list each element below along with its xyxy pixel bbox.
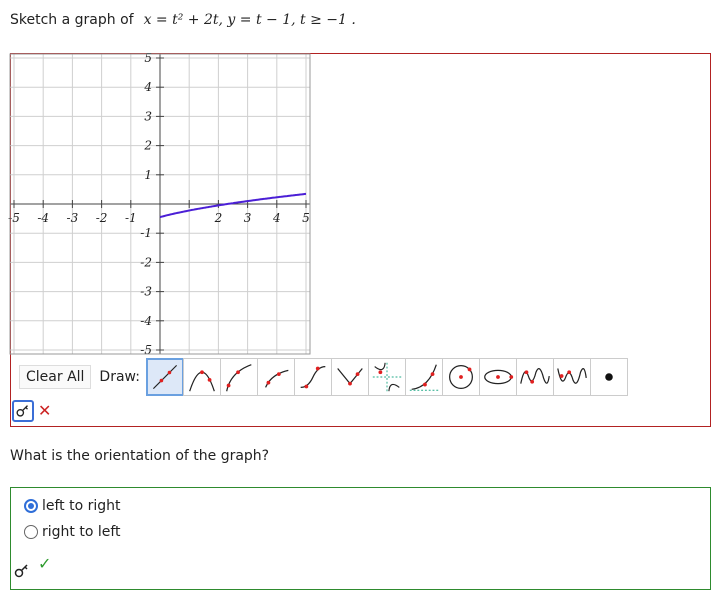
orientation-question: What is the orientation of the graph? bbox=[10, 448, 270, 464]
option-right-to-left[interactable]: right to left bbox=[24, 524, 121, 540]
sqrt-tool-button[interactable] bbox=[219, 358, 258, 396]
y-tick-label: -5 bbox=[140, 343, 152, 357]
y-tick-label: 1 bbox=[144, 168, 152, 182]
x-tick-label: 4 bbox=[272, 211, 281, 225]
abs-value-tool-icon bbox=[337, 368, 363, 386]
cosine-tool-button[interactable] bbox=[552, 358, 591, 396]
option-left-to-right[interactable]: left to right bbox=[24, 498, 121, 514]
log-tool-icon bbox=[264, 369, 289, 388]
correct-check-icon: ✓ bbox=[38, 554, 52, 573]
radio-left-to-right[interactable] bbox=[24, 499, 38, 513]
x-tick-label: -1 bbox=[125, 211, 137, 225]
sqrt-tool-icon bbox=[226, 364, 252, 392]
exponential-tool-icon bbox=[409, 364, 439, 391]
circle-tool-button[interactable] bbox=[441, 358, 480, 396]
cubic-tool-button[interactable] bbox=[293, 358, 332, 396]
y-tick-label: -3 bbox=[140, 285, 152, 299]
drawing-toolbar: Clear All Draw: bbox=[19, 358, 628, 396]
x-tick-label: -4 bbox=[37, 211, 49, 225]
draw-label: Draw: bbox=[99, 369, 140, 385]
axes bbox=[10, 54, 310, 354]
point-tool-icon bbox=[605, 373, 613, 381]
x-tick-label: -2 bbox=[96, 211, 108, 225]
key-icon bbox=[16, 405, 28, 417]
key-icon-2[interactable] bbox=[12, 561, 32, 581]
radio-right-to-left[interactable] bbox=[24, 525, 38, 539]
log-tool-button[interactable] bbox=[256, 358, 295, 396]
option-left-to-right-label: left to right bbox=[42, 498, 121, 514]
cubic-tool-icon bbox=[300, 365, 326, 389]
x-tick-label: 3 bbox=[244, 211, 252, 225]
ellipse-tool-button[interactable] bbox=[478, 358, 517, 396]
incorrect-x-icon: ✕ bbox=[38, 401, 52, 420]
clear-all-button[interactable]: Clear All bbox=[19, 365, 92, 389]
circle-tool-icon bbox=[448, 365, 473, 389]
key-icon-button[interactable] bbox=[12, 400, 34, 422]
line-tool-icon bbox=[152, 364, 177, 390]
exponential-tool-button[interactable] bbox=[404, 358, 443, 396]
parabola-tool-icon bbox=[189, 370, 215, 392]
parametric-curve[interactable] bbox=[159, 192, 307, 219]
y-tick-label: 3 bbox=[144, 109, 152, 123]
y-tick-label: 5 bbox=[144, 51, 152, 65]
ellipse-tool-icon bbox=[484, 369, 514, 385]
sine-tool-icon bbox=[520, 368, 550, 384]
rational-tool-button[interactable] bbox=[367, 358, 406, 396]
x-tick-label: -3 bbox=[67, 211, 79, 225]
line-tool-button[interactable] bbox=[145, 358, 184, 396]
rational-tool-icon bbox=[372, 362, 402, 392]
graph-canvas[interactable]: -5 -4 -3 -2 -1 2 3 4 554321-1-2-3-4-5 bbox=[0, 0, 726, 360]
point-tool-button[interactable] bbox=[589, 358, 628, 396]
sine-tool-button[interactable] bbox=[515, 358, 554, 396]
parabola-tool-button[interactable] bbox=[182, 358, 221, 396]
y-tick-label: -2 bbox=[140, 255, 152, 269]
x-tick-label: 2 bbox=[214, 211, 223, 225]
cosine-tool-icon bbox=[557, 368, 587, 384]
option-right-to-left-label: right to left bbox=[42, 524, 121, 540]
abs-value-tool-button[interactable] bbox=[330, 358, 369, 396]
y-tick-label: 4 bbox=[143, 80, 152, 94]
x-tick-label: 5 bbox=[302, 211, 310, 225]
tool-buttons bbox=[145, 358, 628, 396]
y-tick-label: -4 bbox=[140, 314, 152, 328]
y-tick-label: -1 bbox=[140, 226, 152, 240]
y-tick-label: 2 bbox=[143, 139, 152, 153]
